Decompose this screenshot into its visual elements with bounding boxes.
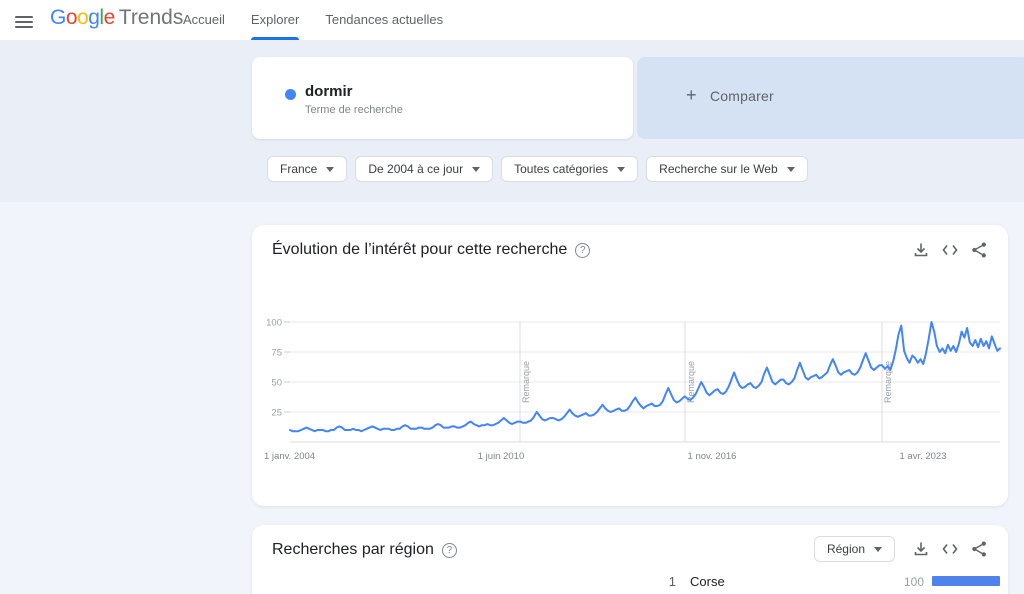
logo-letter: e <box>104 6 115 29</box>
compare-add-button[interactable]: + Comparer <box>637 57 1024 139</box>
region-rank: 1 <box>664 574 676 589</box>
chevron-down-icon <box>472 167 480 172</box>
chart-actions <box>912 241 988 259</box>
embed-icon[interactable] <box>941 540 959 558</box>
logo-letter: g <box>88 6 99 29</box>
compare-label: Comparer <box>710 88 774 104</box>
region-value: 100 <box>904 575 924 589</box>
geo-filter-label: France <box>280 162 317 176</box>
y-tick-50: 50 <box>271 378 282 389</box>
searches-by-region-card: Recherches par région ? Région <box>252 525 1008 594</box>
region-value-bar <box>932 576 1000 586</box>
category-filter-dropdown[interactable]: Toutes catégories <box>501 156 638 182</box>
plus-icon: + <box>686 85 697 106</box>
x-tick-2004: 1 janv. 2004 <box>264 451 315 462</box>
embed-icon[interactable] <box>941 241 959 259</box>
download-icon[interactable] <box>912 540 930 558</box>
interest-line-chart[interactable]: 100 75 50 25 Remarque Remarque Remarque … <box>256 316 1004 466</box>
chevron-down-icon <box>326 167 334 172</box>
explore-hero: dormir Terme de recherche + Comparer Fra… <box>0 40 1024 202</box>
nav-item-tendances-actuelles[interactable]: Tendances actuelles <box>325 0 443 40</box>
help-icon[interactable]: ? <box>575 243 590 258</box>
search-term-card[interactable]: dormir Terme de recherche <box>252 57 633 139</box>
menu-icon[interactable] <box>14 11 34 29</box>
y-tick-25: 25 <box>271 408 282 419</box>
download-icon[interactable] <box>912 241 930 259</box>
main-nav: Accueil Explorer Tendances actuelles <box>183 0 443 40</box>
search-term: dormir <box>305 83 353 100</box>
region-name: Corse <box>690 574 725 589</box>
chevron-down-icon <box>617 167 625 172</box>
search-term-type: Terme de recherche <box>305 104 403 116</box>
y-tick-75: 75 <box>271 348 282 359</box>
chevron-down-icon <box>874 547 882 552</box>
nav-item-accueil[interactable]: Accueil <box>183 0 225 40</box>
logo-letter: o <box>66 6 77 29</box>
chart-title-row: Évolution de l’intérêt pour cette recher… <box>272 241 590 259</box>
search-type-filter-label: Recherche sur le Web <box>659 162 778 176</box>
geo-filter-dropdown[interactable]: France <box>267 156 347 182</box>
filter-row: France De 2004 à ce jour Toutes catégori… <box>267 156 808 182</box>
share-icon[interactable] <box>970 241 988 259</box>
region-level-dropdown[interactable]: Région <box>814 536 895 562</box>
share-icon[interactable] <box>970 540 988 558</box>
region-title-row: Recherches par région ? <box>272 541 457 559</box>
category-filter-label: Toutes catégories <box>514 162 608 176</box>
chart-title: Évolution de l’intérêt pour cette recher… <box>272 241 567 259</box>
interest-over-time-card: Évolution de l’intérêt pour cette recher… <box>252 225 1008 506</box>
annotation-remarque[interactable]: Remarque <box>521 361 531 403</box>
x-tick-2010: 1 juin 2010 <box>478 451 524 462</box>
logo-letter: G <box>50 6 66 29</box>
region-level-label: Région <box>827 542 865 556</box>
region-actions: Région <box>814 536 988 562</box>
time-filter-label: De 2004 à ce jour <box>368 162 463 176</box>
region-list-item[interactable]: 1 Corse 100 <box>252 572 1008 592</box>
logo-suffix: Trends <box>119 6 184 29</box>
x-tick-2023: 1 avr. 2023 <box>899 451 946 462</box>
search-type-filter-dropdown[interactable]: Recherche sur le Web <box>646 156 808 182</box>
series-color-dot-icon <box>285 89 296 100</box>
google-trends-logo[interactable]: GoogleTrends <box>50 6 183 30</box>
google-trends-page: GoogleTrends Accueil Explorer Tendances … <box>0 0 1024 594</box>
y-tick-100: 100 <box>266 318 282 329</box>
x-tick-2016: 1 nov. 2016 <box>688 451 737 462</box>
app-header: GoogleTrends Accueil Explorer Tendances … <box>0 0 1024 40</box>
nav-item-explorer[interactable]: Explorer <box>251 0 299 40</box>
chevron-down-icon <box>787 167 795 172</box>
trend-line-series <box>290 322 1000 431</box>
logo-letter: o <box>77 6 88 29</box>
region-title: Recherches par région <box>272 541 434 559</box>
help-icon[interactable]: ? <box>442 543 457 558</box>
time-filter-dropdown[interactable]: De 2004 à ce jour <box>355 156 493 182</box>
